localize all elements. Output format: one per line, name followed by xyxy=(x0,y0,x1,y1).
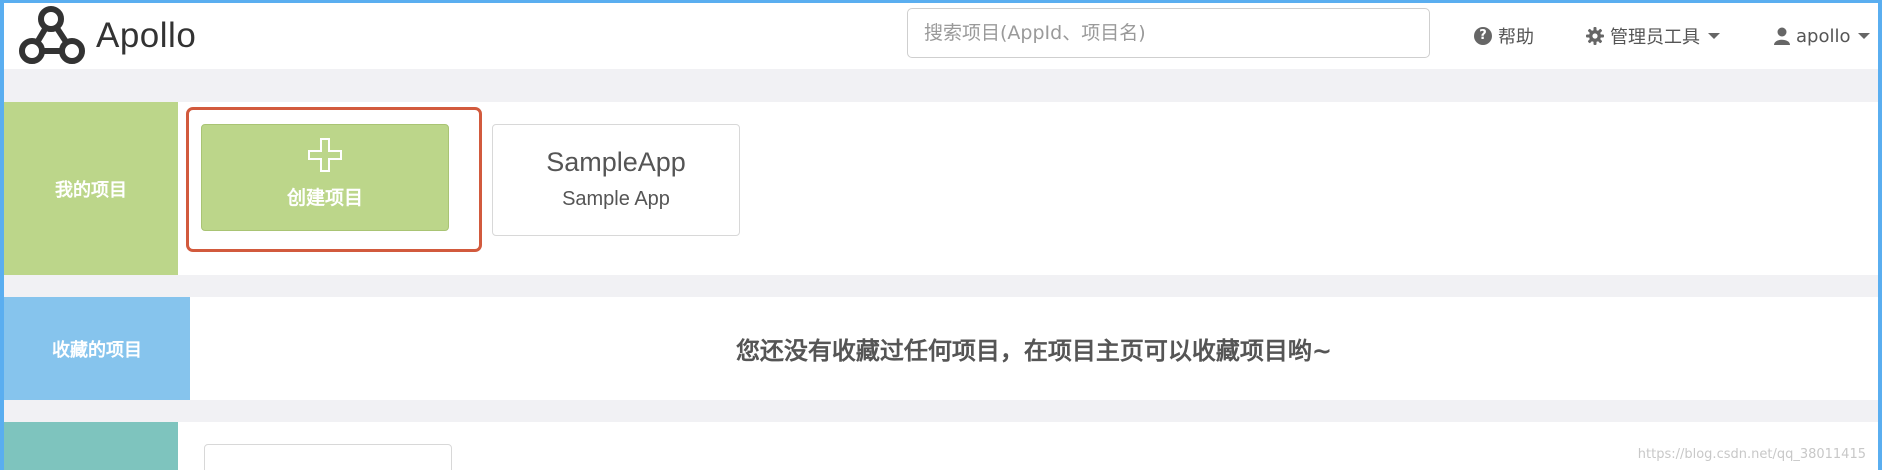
help-link[interactable]: ? 帮助 xyxy=(1474,3,1534,69)
my-projects-section: 我的项目 创建项目 SampleApp Sample App xyxy=(4,102,1878,275)
user-name: apollo xyxy=(1796,25,1851,47)
app-name: Sample App xyxy=(562,188,670,210)
chevron-down-icon xyxy=(1858,33,1871,39)
watermark-text: https://blog.csdn.net/qq_38011415 xyxy=(1637,447,1866,462)
app-card[interactable] xyxy=(204,444,452,470)
create-project-label: 创建项目 xyxy=(286,187,363,209)
admin-tools-dropdown[interactable]: 管理员工具 xyxy=(1586,3,1720,69)
plus-icon xyxy=(308,138,342,172)
recent-projects-section xyxy=(4,422,1878,470)
app-card[interactable]: SampleApp Sample App xyxy=(492,124,740,236)
user-icon xyxy=(1774,27,1790,45)
app-id: SampleApp xyxy=(546,147,686,177)
brand-name: Apollo xyxy=(96,16,197,55)
create-project-button[interactable]: 创建项目 xyxy=(201,124,449,231)
admin-tools-label: 管理员工具 xyxy=(1610,27,1700,48)
brand-logo[interactable]: Apollo xyxy=(14,5,196,67)
question-circle-icon: ? xyxy=(1474,27,1492,45)
my-projects-label: 我的项目 xyxy=(4,102,178,275)
search-input[interactable] xyxy=(907,8,1430,58)
favorite-projects-section: 收藏的项目 您还没有收藏过任何项目，在项目主页可以收藏项目哟~ xyxy=(4,297,1878,400)
favorites-empty-message: 您还没有收藏过任何项目，在项目主页可以收藏项目哟~ xyxy=(735,337,1333,365)
user-menu-dropdown[interactable]: apollo xyxy=(1774,3,1871,69)
gear-icon xyxy=(1586,27,1604,45)
help-label: 帮助 xyxy=(1498,27,1534,48)
apollo-logo-icon xyxy=(19,6,85,64)
recent-projects-label xyxy=(4,422,178,470)
top-navbar: Apollo ? 帮助 管理员工具 apollo xyxy=(4,3,1878,69)
favorite-projects-label: 收藏的项目 xyxy=(4,297,190,400)
chevron-down-icon xyxy=(1708,33,1720,39)
